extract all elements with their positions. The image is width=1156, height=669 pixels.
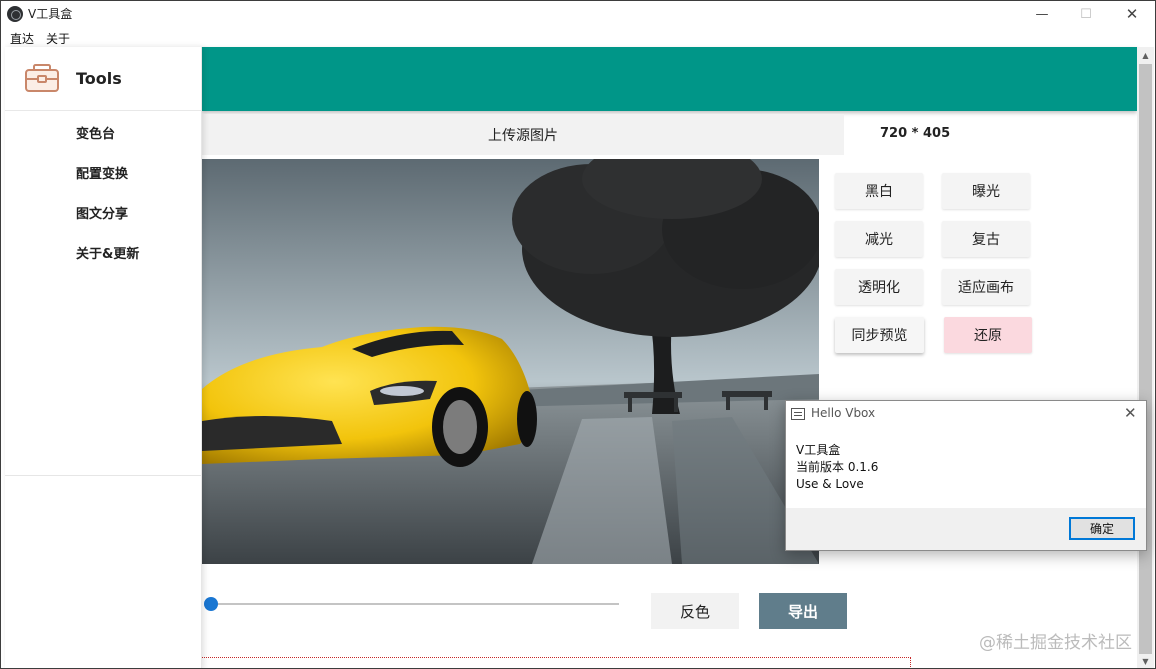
dialog-title: Hello Vbox — [811, 406, 876, 420]
toolbox-icon — [25, 64, 59, 92]
app-logo-icon — [7, 6, 23, 22]
sidebar-item-guanyu-gengxin[interactable]: 关于&更新 — [76, 243, 139, 262]
filter-shiying-huabu-button[interactable]: 适应画布 — [942, 269, 1030, 305]
sidebar-item-tuwenfenxiang[interactable]: 图文分享 — [76, 203, 128, 222]
vertical-scrollbar[interactable]: ▲ ▼ — [1137, 47, 1154, 668]
filter-puguang-button[interactable]: 曝光 — [942, 173, 1030, 209]
image-preview — [202, 159, 819, 564]
menu-item-guanyu[interactable]: 关于 — [46, 30, 70, 47]
upload-source-image-button[interactable]: 上传源图片 — [202, 114, 844, 155]
close-window-button[interactable]: ✕ — [1109, 1, 1155, 27]
export-button[interactable]: 导出 — [759, 593, 847, 629]
slider-thumb[interactable] — [204, 597, 218, 611]
dialog-line-tagline: Use & Love — [796, 477, 864, 491]
menu-item-zhida[interactable]: 直达 — [10, 30, 34, 47]
scroll-up-arrow-icon[interactable]: ▲ — [1137, 47, 1154, 64]
slider-track[interactable] — [211, 603, 619, 605]
filter-fugu-button[interactable]: 复古 — [942, 221, 1030, 257]
scroll-down-arrow-icon[interactable]: ▼ — [1137, 653, 1154, 668]
window-title: V工具盒 — [28, 7, 73, 21]
invert-button[interactable]: 反色 — [651, 593, 739, 629]
image-dimensions: 720 * 405 — [880, 126, 951, 141]
dialog-line-app-name: V工具盒 — [796, 443, 841, 457]
scroll-thumb[interactable] — [1139, 64, 1152, 654]
sidebar: Tools 变色台 配置变换 图文分享 关于&更新 — [5, 47, 202, 668]
sidebar-divider — [5, 475, 202, 476]
header-bar — [202, 47, 1137, 111]
restore-button[interactable]: 还原 — [944, 317, 1032, 353]
filter-touminghua-button[interactable]: 透明化 — [835, 269, 923, 305]
filter-jianguang-button[interactable]: 减光 — [835, 221, 923, 257]
dialog-ok-button[interactable]: 确定 — [1069, 517, 1135, 540]
dialog-close-icon[interactable]: ✕ — [1124, 404, 1137, 422]
brand-title: Tools — [76, 69, 122, 88]
sidebar-item-biansetai[interactable]: 变色台 — [76, 123, 115, 142]
filter-heibai-button[interactable]: 黑白 — [835, 173, 923, 209]
dotted-drop-area — [202, 657, 911, 668]
maximize-button[interactable]: ☐ — [1063, 1, 1109, 27]
menu-bar: 直达 关于 — [1, 27, 1155, 47]
dialog-footer: 确定 — [786, 508, 1146, 550]
app-window: V工具盒 — ☐ ✕ 直达 关于 Tools 变色台 配置变换 图文分享 关于&… — [0, 0, 1156, 669]
about-dialog: Hello Vbox ✕ V工具盒 当前版本 0.1.6 Use & Love … — [785, 400, 1147, 551]
minimize-button[interactable]: — — [1019, 1, 1065, 27]
sync-preview-button[interactable]: 同步预览 — [835, 317, 924, 353]
sidebar-brand: Tools — [5, 47, 202, 111]
dialog-message: V工具盒 当前版本 0.1.6 Use & Love — [796, 442, 878, 493]
watermark: @稀土掘金技术社区 — [979, 633, 1132, 653]
dialog-window-icon — [791, 408, 805, 420]
dialog-line-version: 当前版本 0.1.6 — [796, 460, 879, 474]
title-bar[interactable]: V工具盒 — ☐ ✕ — [1, 1, 1155, 27]
sidebar-item-peizhibianhuan[interactable]: 配置变换 — [76, 163, 128, 182]
